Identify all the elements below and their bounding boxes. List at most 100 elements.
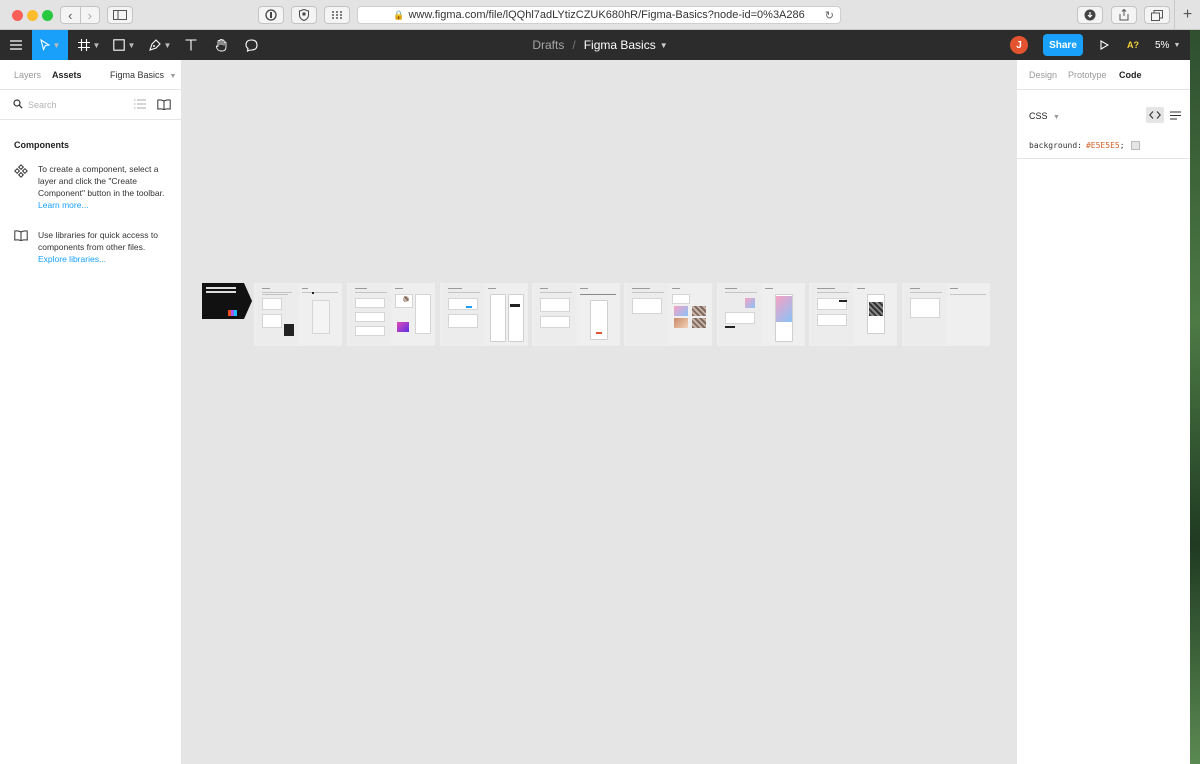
tab-overview-button[interactable] [1144, 6, 1170, 24]
lesson-text-page [811, 284, 853, 345]
lesson-frame[interactable] [902, 283, 990, 346]
cursor-arrow-icon [39, 39, 50, 51]
tab-design[interactable]: Design [1029, 70, 1057, 80]
figma-toolbar: ▼ ▼ ▼ ▼ Drafts / Figma Basics ▼ J Share … [0, 30, 1200, 60]
lesson-frame[interactable] [440, 283, 528, 346]
lesson-text-page [442, 284, 484, 345]
download-icon [1084, 9, 1096, 21]
share-sheet-button[interactable] [1111, 6, 1137, 24]
left-sidebar: Layers Assets Figma Basics ▼ Components … [0, 60, 182, 764]
css-property: background: [1029, 141, 1082, 150]
lock-icon: 🔒 [393, 9, 405, 20]
forward-button[interactable]: › [79, 7, 100, 23]
lesson-frame[interactable] [347, 283, 435, 346]
comment-tool-button[interactable] [240, 30, 262, 60]
sidebar-icon [113, 10, 127, 20]
lesson-text-page [534, 284, 576, 345]
history-nav: ‹ › [60, 6, 100, 24]
lesson-frame[interactable] [532, 283, 620, 346]
page-selector[interactable]: Figma Basics ▼ [110, 70, 176, 80]
tab-code[interactable]: Code [1119, 70, 1142, 80]
text-tool-button[interactable] [180, 30, 202, 60]
zoom-menu[interactable]: 5% ▼ [1155, 30, 1191, 60]
lesson-frame[interactable] [717, 283, 805, 346]
password-icon [265, 9, 277, 21]
lesson-preview-page [300, 284, 341, 345]
tab-layers[interactable]: Layers [14, 70, 41, 80]
main-menu-button[interactable] [0, 30, 32, 60]
explore-libraries-link[interactable]: Explore libraries... [38, 254, 106, 264]
chevron-down-icon: ▼ [52, 40, 61, 50]
lesson-frame[interactable] [624, 283, 712, 346]
components-heading: Components [14, 140, 69, 150]
privacy-shield-button[interactable] [291, 6, 317, 24]
lesson-frame[interactable] [809, 283, 897, 346]
move-tool-button[interactable]: ▼ [32, 30, 68, 60]
text-t-icon [185, 39, 197, 51]
lesson-preview-page [763, 284, 804, 345]
code-brackets-icon [1149, 111, 1161, 119]
back-button[interactable]: ‹ [61, 7, 80, 23]
search-input[interactable] [28, 97, 118, 113]
present-button[interactable] [1094, 30, 1114, 60]
lesson-preview-page [855, 284, 896, 345]
sidebar-toggle-button[interactable] [107, 6, 133, 24]
learn-more-link[interactable]: Learn more... [38, 200, 89, 210]
pen-tool-button[interactable]: ▼ [144, 30, 176, 60]
lesson-text-page [256, 284, 298, 345]
hand-icon [215, 38, 227, 51]
frame-tool-button[interactable]: ▼ [74, 30, 104, 60]
css-semicolon: ; [1119, 141, 1125, 150]
user-avatar[interactable]: J [1010, 36, 1028, 54]
lesson-preview-page [393, 284, 434, 345]
address-bar[interactable]: 🔒 www.figma.com/file/lQQhl7adLYtizCZUK68… [357, 6, 841, 24]
desktop-background-strip [1190, 30, 1200, 764]
chevron-down-icon: ▼ [92, 40, 101, 50]
chevron-down-icon: ▼ [1053, 114, 1060, 121]
code-language-label: CSS [1029, 111, 1048, 121]
minimize-window-button[interactable] [27, 10, 38, 21]
figma-logo [228, 310, 237, 316]
lesson-text-page [904, 284, 946, 345]
password-manager-button[interactable] [258, 6, 284, 24]
shape-tool-button[interactable]: ▼ [108, 30, 140, 60]
component-icon [14, 164, 28, 178]
team-library-icon[interactable] [157, 99, 171, 110]
maximize-window-button[interactable] [42, 10, 53, 21]
panel-divider [1017, 158, 1191, 159]
downloads-button[interactable] [1077, 6, 1103, 24]
reload-icon[interactable]: ↻ [825, 9, 834, 22]
breadcrumb-separator: / [572, 38, 576, 52]
assets-search-bar [0, 90, 181, 120]
browser-toolbar: ‹ › 🔒 www.figma.com/file/lQQhl7adLYtizCZ… [0, 0, 1200, 30]
share-button[interactable]: Share [1043, 34, 1083, 56]
file-name-menu[interactable]: Figma Basics [584, 38, 656, 52]
cover-frame[interactable] [202, 283, 252, 319]
libraries-info: Use libraries for quick access to compon… [14, 229, 174, 265]
tab-assets[interactable]: Assets [52, 70, 82, 80]
code-view-toggle[interactable] [1146, 107, 1164, 123]
font-check-button[interactable]: A? [1122, 30, 1144, 60]
cover-title-lines [206, 287, 236, 289]
tab-prototype[interactable]: Prototype [1068, 70, 1107, 80]
chevron-down-icon[interactable]: ▼ [660, 41, 668, 50]
rectangle-icon [112, 39, 125, 51]
list-view-toggle[interactable] [1167, 107, 1183, 123]
library-book-icon [14, 230, 28, 241]
search-icon [13, 99, 23, 109]
cover-arrow-shape [244, 283, 252, 319]
pen-icon [148, 39, 161, 51]
design-canvas[interactable] [182, 60, 1016, 764]
color-swatch[interactable] [1130, 141, 1140, 150]
hand-tool-button[interactable] [210, 30, 232, 60]
apps-grid-button[interactable] [324, 6, 350, 24]
new-tab-button[interactable]: + [1174, 0, 1200, 30]
shield-icon [299, 9, 309, 21]
css-value[interactable]: #E5E5E5 [1086, 141, 1120, 150]
code-language-select[interactable]: CSS ▼ [1029, 111, 1060, 121]
grid-icon [332, 11, 342, 19]
lesson-frame[interactable] [254, 283, 342, 346]
breadcrumb-drafts[interactable]: Drafts [532, 38, 564, 52]
close-window-button[interactable] [12, 10, 23, 21]
list-view-icon[interactable] [134, 99, 146, 109]
